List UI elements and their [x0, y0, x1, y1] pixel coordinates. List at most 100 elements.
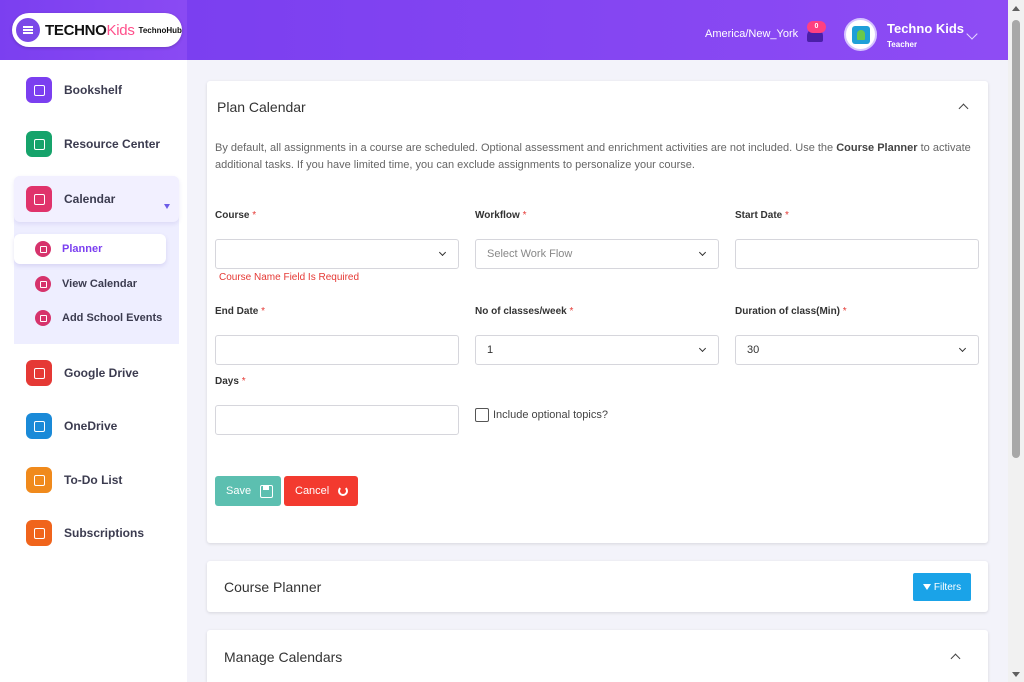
end-date-label: End Date *: [215, 306, 265, 317]
save-icon: [260, 485, 273, 498]
filters-button-label: Filters: [934, 582, 961, 593]
required-mark: *: [570, 306, 574, 317]
top-bar: America/New_York 0 Techno Kids Teacher: [187, 0, 1008, 60]
chevron-down-icon: [699, 249, 706, 256]
sidebar-subitem-view-calendar[interactable]: View Calendar: [14, 269, 166, 299]
sidebar-subitem-planner[interactable]: Planner: [14, 234, 166, 264]
sidebar-item-google-drive[interactable]: Google Drive: [14, 351, 179, 395]
workflow-select[interactable]: Select Work Flow: [475, 239, 719, 269]
sidebar-item-label: OneDrive: [64, 419, 117, 433]
workflow-placeholder: Select Work Flow: [487, 248, 572, 260]
filters-button[interactable]: Filters: [913, 573, 971, 601]
sidebar-item-onedrive[interactable]: OneDrive: [14, 404, 179, 448]
logo-subtitle: TechnoHub: [139, 26, 182, 35]
planner-icon: [35, 241, 51, 257]
card-icon: [26, 520, 52, 546]
description-text: By default, all assignments in a course …: [215, 142, 836, 154]
card-title: Plan Calendar: [217, 99, 306, 115]
field-label-text: Days: [215, 376, 239, 387]
sidebar-item-bookshelf[interactable]: Bookshelf: [14, 68, 179, 112]
field-label-text: Start Date: [735, 210, 782, 221]
duration-select[interactable]: 30: [735, 335, 979, 365]
scrollbar-thumb[interactable]: [1012, 20, 1020, 458]
sidebar-item-resource-center[interactable]: Resource Center: [14, 122, 179, 166]
document-icon: [26, 131, 52, 157]
collapse-chevron-up-icon[interactable]: [959, 104, 969, 114]
logo-name-b: Kids: [107, 22, 135, 39]
sidebar-item-label: Calendar: [64, 192, 115, 206]
sidebar-item-calendar[interactable]: Calendar: [14, 176, 179, 222]
logo-text: TECHNOKids: [45, 22, 135, 39]
calendar-icon: [26, 186, 52, 212]
checkbox-icon: [26, 467, 52, 493]
book-icon: [26, 77, 52, 103]
undo-icon: [338, 486, 348, 496]
caret-down-icon: [164, 204, 170, 209]
start-date-label: Start Date *: [735, 210, 789, 221]
sidebar-item-subscriptions[interactable]: Subscriptions: [14, 511, 179, 555]
days-input[interactable]: [215, 405, 459, 435]
sidebar-subitem-label: Planner: [62, 243, 102, 255]
include-optional-checkbox[interactable]: [475, 408, 489, 422]
field-label-text: Duration of class(Min): [735, 306, 840, 317]
sidebar-subitem-label: View Calendar: [62, 278, 137, 290]
page-scrollbar[interactable]: [1008, 0, 1024, 682]
brand-bar: TECHNOKids TechnoHub: [0, 0, 187, 60]
sidebar-item-todo-list[interactable]: To-Do List: [14, 458, 179, 502]
required-mark: *: [252, 210, 256, 221]
required-mark: *: [261, 306, 265, 317]
card-title: Course Planner: [224, 579, 321, 595]
add-event-icon: [35, 310, 51, 326]
sidebar-subitem-label: Add School Events: [62, 312, 162, 324]
classes-per-week-select[interactable]: 1: [475, 335, 719, 365]
sidebar-subitem-add-school-events[interactable]: Add School Events: [14, 303, 166, 333]
scroll-down-arrow-icon[interactable]: [1012, 672, 1020, 677]
sidebar-item-label: Subscriptions: [64, 526, 144, 540]
user-role: Teacher: [887, 40, 917, 49]
sidebar: Bookshelf Resource Center Calendar Plann…: [0, 60, 187, 682]
hamburger-icon: [23, 29, 33, 31]
start-date-input[interactable]: [735, 239, 979, 269]
chevron-down-icon: [959, 345, 966, 352]
user-avatar-icon: [852, 26, 870, 44]
sidebar-item-label: Bookshelf: [64, 83, 122, 97]
chevron-down-icon: [439, 249, 446, 256]
cancel-button[interactable]: Cancel: [284, 476, 358, 506]
end-date-input[interactable]: [215, 335, 459, 365]
collapse-chevron-up-icon[interactable]: [951, 654, 961, 664]
required-mark: *: [242, 376, 246, 387]
classes-per-week-label: No of classes/week *: [475, 306, 573, 317]
required-mark: *: [843, 306, 847, 317]
description-bold: Course Planner: [836, 142, 917, 154]
notification-badge: 0: [807, 21, 826, 33]
user-menu-chevron-down-icon[interactable]: [966, 28, 977, 39]
field-label-text: Course: [215, 210, 249, 221]
course-select[interactable]: [215, 239, 459, 269]
save-button-label: Save: [226, 485, 251, 497]
menu-toggle-button[interactable]: [16, 18, 40, 42]
required-mark: *: [523, 210, 527, 221]
logo-name-a: TECHNO: [45, 22, 107, 39]
sidebar-item-label: To-Do List: [64, 473, 122, 487]
required-mark: *: [785, 210, 789, 221]
filter-icon: [923, 584, 931, 590]
workflow-label: Workflow *: [475, 210, 527, 221]
calendar-icon: [35, 276, 51, 292]
sidebar-item-label: Resource Center: [64, 137, 160, 151]
manage-calendars-card: Manage Calendars: [207, 630, 988, 682]
duration-label: Duration of class(Min) *: [735, 306, 847, 317]
scroll-up-arrow-icon[interactable]: [1012, 6, 1020, 11]
plan-calendar-card: Plan Calendar By default, all assignment…: [207, 81, 988, 543]
timezone-label: America/New_York: [705, 28, 798, 40]
save-button[interactable]: Save: [215, 476, 281, 506]
logo: TECHNOKids TechnoHub: [12, 13, 182, 47]
classes-per-week-value: 1: [487, 344, 493, 356]
user-avatar[interactable]: [844, 18, 877, 51]
course-error-message: Course Name Field Is Required: [219, 272, 359, 283]
user-name[interactable]: Techno Kids: [887, 21, 964, 36]
chevron-down-icon: [699, 345, 706, 352]
plan-description: By default, all assignments in a course …: [215, 140, 975, 174]
sidebar-item-label: Google Drive: [64, 366, 139, 380]
card-title: Manage Calendars: [224, 649, 342, 665]
days-label: Days *: [215, 376, 246, 387]
